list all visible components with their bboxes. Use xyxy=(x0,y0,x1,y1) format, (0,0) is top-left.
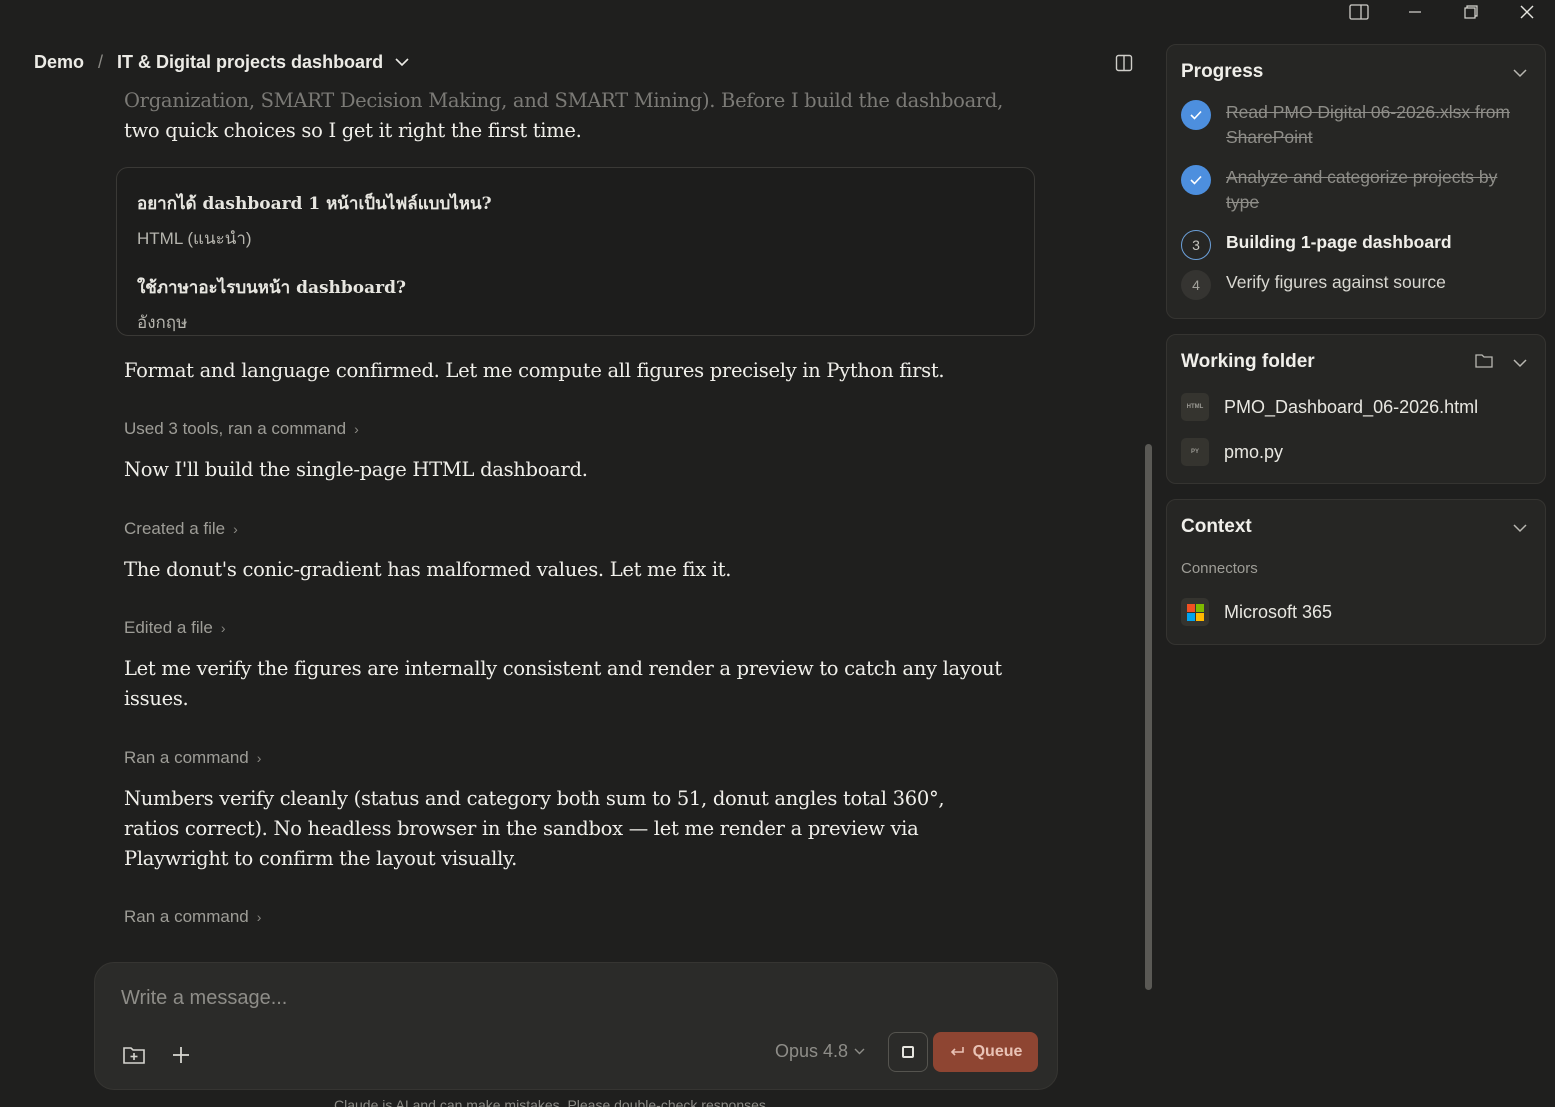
queue-button[interactable]: Queue xyxy=(933,1032,1038,1072)
chevron-down-icon[interactable] xyxy=(1513,355,1527,373)
breadcrumb-separator: / xyxy=(98,52,104,72)
add-icon[interactable] xyxy=(166,1040,196,1070)
context-title: Context xyxy=(1181,516,1252,537)
message-donut: The donut's conic-gradient has malformed… xyxy=(124,558,732,581)
message-format-confirmed: Format and language confirmed. Let me co… xyxy=(124,359,945,382)
restore-icon[interactable] xyxy=(1443,0,1499,24)
progress-title: Progress xyxy=(1181,61,1264,82)
enter-icon xyxy=(950,1047,964,1056)
question-answers-card: อยากได้ dashboard 1 หน้าเป็นไฟล์แบบไหน? … xyxy=(116,167,1035,336)
answer-format: HTML (แนะนำ) xyxy=(137,229,252,248)
chevron-right-icon: › xyxy=(220,620,226,636)
progress-card: Progress Read PMO Digital 06-2026.xlsx f… xyxy=(1166,44,1546,319)
panel-toggle-icon[interactable] xyxy=(1115,54,1133,77)
attach-folder-icon[interactable] xyxy=(119,1040,149,1070)
file-name: pmo.py xyxy=(1224,441,1284,462)
progress-step-4: 4 Verify figures against source xyxy=(1181,270,1516,300)
tool-summary-ran-command-2[interactable]: Ran a command › xyxy=(124,907,1004,927)
chevron-down-icon[interactable] xyxy=(1513,65,1527,83)
message-input[interactable] xyxy=(121,987,1021,1010)
message-numbers: Numbers verify cleanly (status and categ… xyxy=(124,787,945,870)
minimize-icon[interactable] xyxy=(1387,0,1443,24)
step-number: 3 xyxy=(1181,230,1211,260)
question-language: ใช้ภาษาอะไรบนหน้า dashboard? xyxy=(137,278,406,298)
check-icon xyxy=(1181,165,1211,195)
chevron-right-icon: › xyxy=(354,421,359,437)
context-card: Context Connectors Microsoft 365 xyxy=(1166,499,1546,645)
close-icon[interactable] xyxy=(1499,0,1555,24)
file-name: PMO_Dashboard_06-2026.html xyxy=(1224,396,1479,417)
file-item-py[interactable]: PY pmo.py xyxy=(1181,438,1283,466)
tool-summary-ran-command[interactable]: Ran a command › xyxy=(124,748,1004,768)
message-composer: Opus 4.8 Queue xyxy=(94,962,1058,1090)
microsoft-logo-icon xyxy=(1181,598,1209,626)
chevron-down-icon[interactable] xyxy=(395,58,409,67)
toggle-sidebar-window-icon[interactable] xyxy=(1331,0,1387,24)
step-label: Read PMO Digital 06-2026.xlsx from Share… xyxy=(1226,102,1510,147)
queue-label: Queue xyxy=(972,1043,1023,1060)
python-file-icon: PY xyxy=(1181,438,1209,466)
chevron-down-icon xyxy=(854,1048,865,1055)
connectors-label: Connectors xyxy=(1181,560,1258,577)
check-icon xyxy=(1181,100,1211,130)
connector-name: Microsoft 365 xyxy=(1224,601,1333,622)
step-label: Building 1-page dashboard xyxy=(1226,232,1452,252)
message-intro: two quick choices so I get it right the … xyxy=(124,119,582,142)
html-file-icon: HTML xyxy=(1181,393,1209,421)
progress-step-3: 3 Building 1-page dashboard xyxy=(1181,230,1516,260)
chevron-right-icon: › xyxy=(256,750,262,766)
breadcrumb: Demo / IT & Digital projects dashboard xyxy=(34,52,409,73)
tool-summary-created-file[interactable]: Created a file › xyxy=(124,519,1004,539)
answer-language: อังกฤษ xyxy=(137,313,188,332)
chevron-right-icon: › xyxy=(233,521,238,537)
connector-microsoft-365[interactable]: Microsoft 365 xyxy=(1181,598,1332,626)
working-folder-card: Working folder HTML PMO_Dashboard_06-202… xyxy=(1166,334,1546,484)
tool-summary-label: Ran a command xyxy=(124,748,249,767)
message-build: Now I'll build the single-page HTML dash… xyxy=(124,458,588,481)
progress-step-2: Analyze and categorize projects by type xyxy=(1181,165,1516,215)
step-label: Analyze and categorize projects by type xyxy=(1226,167,1498,212)
model-name: Opus 4.8 xyxy=(775,1041,849,1061)
step-label: Verify figures against source xyxy=(1226,272,1446,292)
folder-icon[interactable] xyxy=(1475,353,1493,373)
project-title[interactable]: IT & Digital projects dashboard xyxy=(117,52,383,73)
message-verify: Let me verify the figures are internally… xyxy=(124,657,1002,710)
chevron-right-icon: › xyxy=(256,909,262,925)
tool-summary-used-3-tools[interactable]: Used 3 tools, ran a command › xyxy=(124,419,1004,439)
question-format: อยากได้ dashboard 1 หน้าเป็นไฟล์แบบไหน? xyxy=(137,194,492,214)
disclaimer: Claude is AI and can make mistakes. Plea… xyxy=(334,1097,770,1107)
tool-summary-label: Ran a command xyxy=(124,907,249,926)
chat-intro: Organization, SMART Decision Making, and… xyxy=(124,86,1004,146)
tool-summary-label: Edited a file xyxy=(124,618,213,637)
tool-summary-label: Created a file xyxy=(124,519,226,538)
chat-scrollbar[interactable] xyxy=(1145,444,1152,990)
file-item-html[interactable]: HTML PMO_Dashboard_06-2026.html xyxy=(1181,393,1478,421)
breadcrumb-workspace[interactable]: Demo xyxy=(34,52,84,73)
tool-summary-label: Used 3 tools, ran a command xyxy=(124,419,347,438)
working-folder-title: Working folder xyxy=(1181,351,1315,372)
stop-button[interactable] xyxy=(888,1032,928,1072)
chevron-down-icon[interactable] xyxy=(1513,520,1527,538)
step-number: 4 xyxy=(1181,270,1211,300)
model-selector[interactable]: Opus 4.8 xyxy=(775,1041,865,1062)
stop-icon xyxy=(902,1046,914,1058)
progress-step-1: Read PMO Digital 06-2026.xlsx from Share… xyxy=(1181,100,1516,150)
tool-summary-edited-file[interactable]: Edited a file › xyxy=(124,618,1004,638)
faded-message-line: Organization, SMART Decision Making, and… xyxy=(124,89,1003,112)
window-controls xyxy=(1331,0,1555,24)
